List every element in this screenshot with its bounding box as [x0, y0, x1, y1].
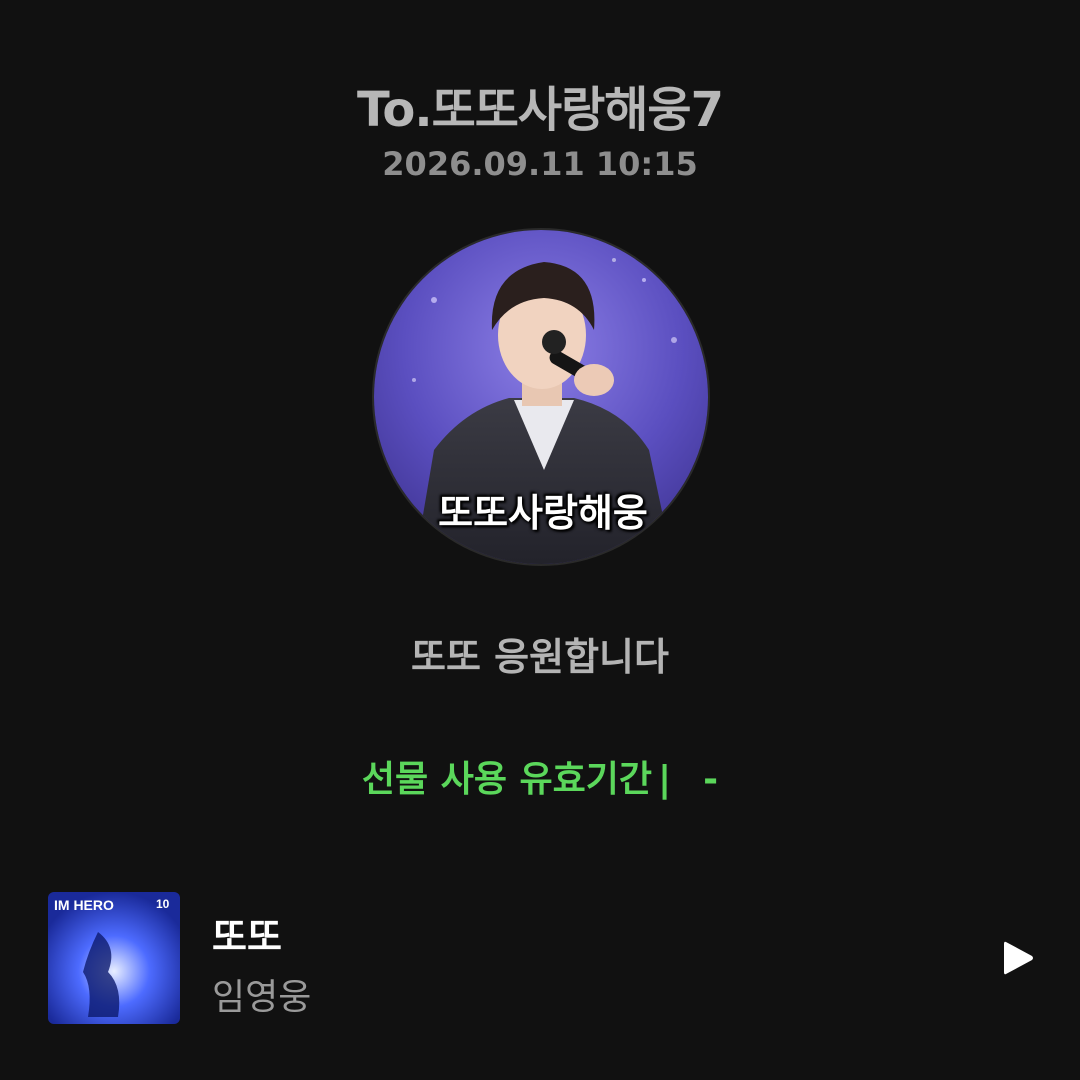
avatar-caption: 또또사랑해웅	[438, 491, 648, 535]
album-cover-image: IM HERO 10	[48, 892, 180, 1024]
gift-validity-separator: |	[657, 759, 672, 800]
album-text-im: IM HERO	[54, 897, 114, 913]
recipient-title: To.또또사랑해웅7	[357, 82, 724, 138]
play-icon	[1004, 941, 1033, 975]
song-title: 또또	[212, 915, 282, 959]
music-player[interactable]: IM HERO 10 또또 임영웅	[48, 892, 1048, 1024]
gift-validity-value: -	[703, 759, 719, 800]
svg-text:10: 10	[156, 897, 170, 911]
profile-avatar[interactable]: 또또사랑해웅	[372, 228, 710, 566]
message-timestamp: 2026.09.11 10:15	[382, 145, 698, 183]
gift-message: 또또 응원합니다	[411, 635, 669, 679]
album-art: IM HERO 10	[48, 892, 180, 1024]
gift-validity-label: 선물 사용 유효기간	[361, 759, 652, 800]
play-button[interactable]	[998, 938, 1038, 978]
song-artist: 임영웅	[212, 977, 312, 1018]
gift-validity: 선물 사용 유효기간 | -	[0, 750, 1080, 802]
gift-message-card: To.또또사랑해웅7 2026.09.11 10:15 또또사랑해웅 또또 응원…	[0, 0, 1080, 1080]
